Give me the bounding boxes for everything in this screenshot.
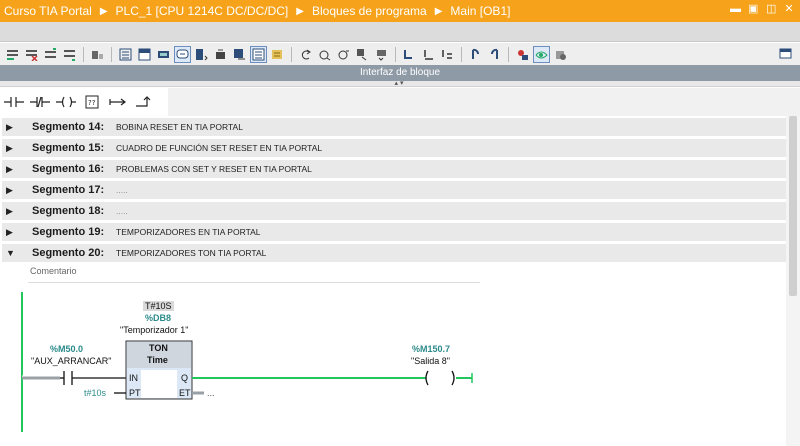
coil-left-arc bbox=[425, 370, 429, 386]
coil-name[interactable]: "Salida 8" bbox=[411, 356, 450, 366]
timer-et-value[interactable]: ... bbox=[207, 388, 215, 398]
timer-db-address[interactable]: %DB8 bbox=[145, 313, 171, 323]
timer-q-pin: Q bbox=[181, 373, 189, 383]
tia-portal-editor: Curso TIA Portal ▶ PLC_1 [CPU 1214C DC/D… bbox=[0, 0, 800, 446]
timer-subtype[interactable]: Time bbox=[147, 355, 168, 365]
contact-name[interactable]: "AUX_ARRANCAR" bbox=[31, 356, 111, 366]
timer-db-name[interactable]: "Temporizador 1" bbox=[120, 325, 188, 335]
vertical-scrollbar[interactable] bbox=[786, 116, 800, 446]
timer-pt-value[interactable]: t#10s bbox=[84, 388, 106, 398]
contact-address[interactable]: %M50.0 bbox=[50, 344, 83, 354]
timer-preset-badge: T#10S bbox=[143, 301, 174, 311]
timer-type[interactable]: TON bbox=[149, 343, 168, 353]
coil-right-arc bbox=[451, 370, 455, 386]
scrollbar-thumb[interactable] bbox=[789, 116, 797, 296]
timer-pt-pin: PT bbox=[129, 388, 141, 398]
ladder-network-20 bbox=[21, 292, 473, 432]
coil-address[interactable]: %M150.7 bbox=[412, 344, 450, 354]
timer-et-pin: ET bbox=[179, 388, 191, 398]
timer-in-pin: IN bbox=[129, 373, 138, 383]
